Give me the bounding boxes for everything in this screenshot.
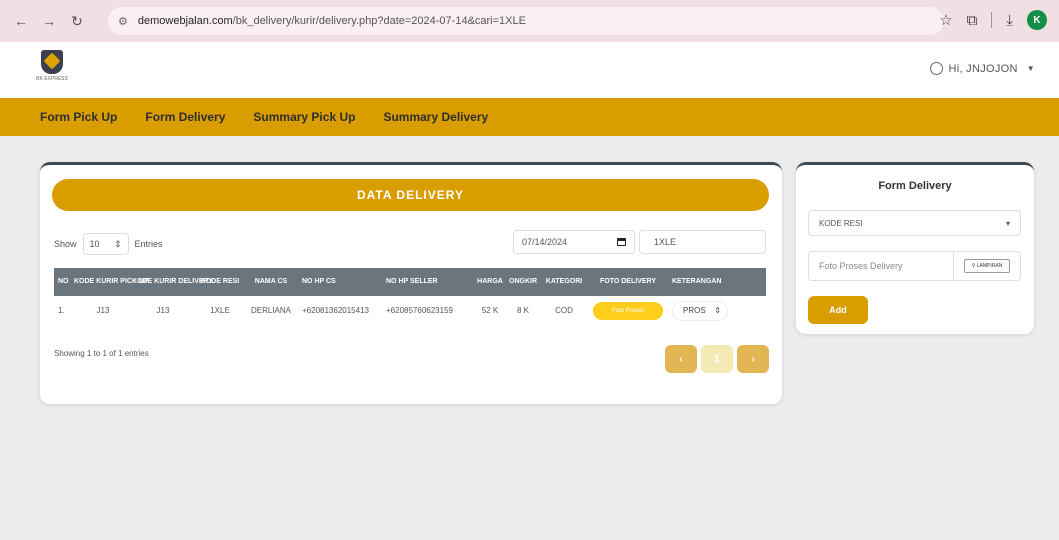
data-delivery-card: DATA DELIVERY Show 10 ⇕ Entries 07/14/20… (40, 162, 782, 404)
browser-actions: ☆ ⧉ ⤓ K (939, 10, 1047, 30)
entries-label: Entries (134, 239, 163, 249)
back-icon[interactable]: ← (10, 10, 32, 32)
delivery-table: NO KODE KURIR PICK UP KODE KURIR DELIVER… (54, 268, 766, 326)
calendar-icon[interactable] (617, 238, 626, 246)
col-ongkir[interactable]: ONGKIR (506, 278, 540, 286)
date-filter-input[interactable]: 07/14/2024 (513, 230, 635, 254)
add-button[interactable]: Add (808, 296, 868, 324)
bookmark-star-icon[interactable]: ☆ (939, 11, 952, 29)
forward-icon[interactable]: → (38, 10, 60, 32)
attach-button[interactable]: ⚲ LAMPIRAN (964, 259, 1010, 273)
download-icon[interactable]: ⤓ (1006, 12, 1013, 29)
showing-info: Showing 1 to 1 of 1 entries (54, 349, 149, 358)
cell-foto-delivery: Foto Proses (588, 302, 668, 320)
side-form-title: Form Delivery (878, 180, 952, 192)
chevron-right-icon: › (751, 353, 755, 365)
url-host: demowebjalan.com (137, 15, 233, 27)
extensions-icon[interactable]: ⧉ (967, 12, 978, 29)
col-kurir-pickup[interactable]: KODE KURIR PICK UP (74, 278, 149, 286)
site-header: BK EXPRESS Hi, JNJOJON ▼ (0, 42, 1059, 98)
cell-no: 1. (58, 306, 65, 315)
keterangan-select[interactable]: PROS ⇕ (672, 301, 728, 321)
page-number-button[interactable]: 1 (701, 345, 733, 373)
caret-down-icon: ▾ (1005, 218, 1010, 228)
nav-form-pick-up[interactable]: Form Pick Up (40, 110, 117, 124)
keterangan-value: PROS (683, 306, 706, 315)
entries-control: Show 10 ⇕ Entries (54, 233, 163, 255)
col-harga[interactable]: HARGA (474, 278, 506, 286)
cell-harga: 52 K (481, 306, 499, 315)
attach-label: LAMPIRAN (976, 263, 1003, 269)
search-value: 1XLE (654, 237, 677, 247)
cell-keterangan: PROS ⇕ (668, 301, 766, 321)
address-bar[interactable]: ⚙ demowebjalan.com /bk_delivery/kurir/de… (108, 7, 944, 35)
pagination: ‹ 1 › (665, 345, 769, 373)
col-no-hp-cs[interactable]: NO HP CS (296, 278, 378, 286)
entries-select[interactable]: 10 ⇕ (82, 233, 129, 255)
nav-summary-pick-up[interactable]: Summary Pick Up (253, 110, 355, 124)
col-no[interactable]: NO (54, 278, 74, 286)
cell-kurir-pickup: J13 (96, 306, 110, 315)
col-kurir-delivery[interactable]: KODE KURIR DELIVERY (132, 278, 213, 286)
user-circle-icon (930, 62, 944, 75)
search-input[interactable]: 1XLE (639, 230, 766, 254)
foto-proses-button[interactable]: Foto Proses (593, 302, 663, 320)
browser-toolbar: ← → ↻ ⚙ demowebjalan.com /bk_delivery/ku… (0, 0, 1059, 42)
user-menu[interactable]: Hi, JNJOJON ▼ (930, 62, 1035, 75)
cell-nama-cs: DERLIANA (250, 306, 291, 315)
col-kategori[interactable]: KATEGORI (540, 278, 588, 286)
reload-icon[interactable]: ↻ (66, 10, 88, 32)
brand-logo[interactable]: BK EXPRESS (34, 50, 70, 90)
col-nama-cs[interactable]: NAMA CS (246, 278, 296, 286)
next-page-button[interactable]: › (737, 345, 769, 373)
url-path: /bk_delivery/kurir/delivery.php?date=202… (232, 15, 526, 27)
cell-kurir-delivery: J13 (156, 306, 170, 315)
kode-resi-placeholder: KODE RESI (819, 218, 863, 228)
col-no-hp-seller[interactable]: NO HP SELLER (378, 278, 474, 286)
file-placeholder: Foto Proses Delivery (819, 261, 903, 271)
main-nav: Form Pick Up Form Delivery Summary Pick … (0, 98, 1059, 136)
cell-no-hp-cs: +62081362015413 (302, 306, 369, 315)
date-value: 07/14/2024 (522, 237, 568, 247)
toolbar-divider (991, 12, 993, 28)
logo-text: BK EXPRESS (36, 76, 68, 82)
col-kode-resi[interactable]: KODE RESI (194, 278, 246, 286)
cell-kategori: COD (555, 306, 573, 315)
user-greeting: Hi, JNJOJON (948, 62, 1018, 75)
logo-mark-icon (41, 50, 63, 74)
foto-proses-file-input[interactable]: Foto Proses Delivery ⚲ LAMPIRAN (808, 251, 1021, 281)
site-settings-icon[interactable]: ⚙ (118, 15, 128, 28)
caret-down-icon: ▼ (1026, 64, 1035, 73)
form-delivery-card: Form Delivery KODE RESI ▾ Foto Proses De… (796, 162, 1034, 334)
col-keterangan[interactable]: KETERANGAN (668, 278, 766, 286)
cell-no-hp-seller: +62085760623159 (386, 306, 453, 315)
nav-summary-delivery[interactable]: Summary Delivery (383, 110, 488, 124)
entries-value: 10 (89, 239, 100, 249)
show-label: Show (54, 239, 77, 249)
kode-resi-select[interactable]: KODE RESI ▾ (808, 210, 1021, 236)
input-divider (953, 252, 954, 280)
chevron-left-icon: ‹ (679, 353, 683, 365)
table-header-row: NO KODE KURIR PICK UP KODE KURIR DELIVER… (54, 268, 766, 296)
card-title: DATA DELIVERY (52, 179, 769, 211)
cell-ongkir: 8 K (516, 306, 529, 315)
cell-kode-resi: 1XLE (210, 306, 230, 315)
select-arrows-icon: ⇕ (113, 238, 122, 249)
table-row: 1. J13 J13 1XLE DERLIANA +62081362015413… (54, 296, 766, 326)
nav-form-delivery[interactable]: Form Delivery (145, 110, 225, 124)
profile-avatar[interactable]: K (1027, 10, 1047, 30)
col-foto-delivery[interactable]: FOTO DELIVERY (588, 278, 668, 286)
prev-page-button[interactable]: ‹ (665, 345, 697, 373)
select-arrows-icon: ⇕ (714, 306, 721, 315)
